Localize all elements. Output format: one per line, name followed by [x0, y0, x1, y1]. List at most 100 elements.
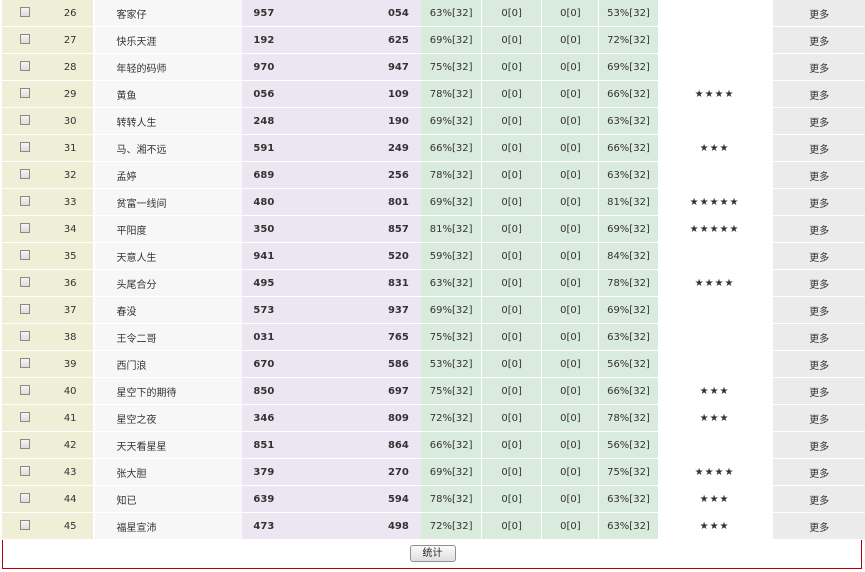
more-link[interactable]: 更多 [773, 107, 865, 135]
table-body: 26 客家仔 957 054 63%[32] 0[0] 0[0] 53%[32] 更多 27 快乐天… [2, 0, 865, 540]
stat-col-1: 63%[32] [421, 0, 482, 27]
stat-col-2: 0[0] [481, 107, 543, 135]
row-name: 星空之夜 [94, 404, 243, 432]
value-secondary: 190 [375, 107, 422, 135]
empty-cell [285, 458, 332, 486]
row-checkbox[interactable] [19, 87, 30, 98]
table-row: 38 王令二哥 031 765 75%[32] 0[0] 0[0] 63%[32] 更多 [2, 323, 865, 351]
row-checkbox[interactable] [19, 303, 30, 314]
more-link[interactable]: 更多 [773, 485, 865, 513]
row-checkbox[interactable] [19, 222, 30, 233]
row-checkbox[interactable] [19, 249, 30, 260]
row-checkbox[interactable] [19, 195, 30, 206]
stat-col-2: 0[0] [481, 350, 543, 378]
row-checkbox[interactable] [19, 411, 30, 422]
row-checkbox-cell [2, 296, 48, 324]
star-rating: ★★★ [660, 404, 769, 432]
table-row: 42 天天看星星 851 864 66%[32] 0[0] 0[0] 56%[32] 更多 [2, 431, 865, 459]
row-checkbox[interactable] [19, 384, 30, 395]
row-name: 贫富一线间 [94, 188, 243, 216]
table-row: 41 星空之夜 346 809 72%[32] 0[0] 0[0] 78%[32] ★★★ 更多 [2, 404, 865, 432]
stat-col-2: 0[0] [481, 431, 543, 459]
star-rating [660, 431, 769, 459]
stat-col-2: 0[0] [481, 53, 543, 81]
more-link[interactable]: 更多 [773, 431, 865, 459]
row-checkbox[interactable] [19, 519, 30, 530]
row-checkbox[interactable] [19, 60, 30, 71]
row-checkbox[interactable] [19, 141, 30, 152]
star-rating [660, 323, 769, 351]
table-row: 31 马、湘不远 591 249 66%[32] 0[0] 0[0] 66%[32] ★★★ 更多 [2, 134, 865, 162]
more-link[interactable]: 更多 [773, 134, 865, 162]
row-checkbox[interactable] [19, 168, 30, 179]
value-primary: 379 [242, 458, 286, 486]
stat-col-1: 69%[32] [421, 296, 482, 324]
stat-col-1: 69%[32] [421, 188, 482, 216]
table-row: 32 孟婷 689 256 78%[32] 0[0] 0[0] 63%[32] 更多 [2, 161, 865, 189]
value-secondary: 947 [375, 53, 422, 81]
row-checkbox[interactable] [19, 492, 30, 503]
stat-col-3: 0[0] [541, 485, 600, 513]
table-row: 44 知已 639 594 78%[32] 0[0] 0[0] 63%[32] ★★★ 更多 [2, 485, 865, 513]
stat-col-4: 63%[32] [598, 485, 658, 513]
row-checkbox-cell [2, 242, 48, 270]
value-secondary: 109 [375, 80, 422, 108]
stat-col-2: 0[0] [481, 404, 543, 432]
stat-col-2: 0[0] [481, 0, 543, 27]
more-link[interactable]: 更多 [773, 53, 865, 81]
row-checkbox[interactable] [19, 33, 30, 44]
row-checkbox[interactable] [19, 465, 30, 476]
row-checkbox[interactable] [19, 276, 30, 287]
star-rating: ★★★ [660, 512, 769, 540]
stat-button[interactable]: 统计 [409, 545, 456, 562]
row-number: 43 [47, 458, 93, 486]
table-row: 35 天意人生 941 520 59%[32] 0[0] 0[0] 84%[32] 更多 [2, 242, 865, 270]
value-primary: 192 [242, 26, 286, 54]
empty-cell [285, 485, 332, 513]
more-link[interactable]: 更多 [773, 323, 865, 351]
row-number: 28 [47, 53, 93, 81]
more-link[interactable]: 更多 [773, 161, 865, 189]
empty-cell [331, 107, 376, 135]
row-number: 35 [47, 242, 93, 270]
empty-cell [285, 296, 332, 324]
more-link[interactable]: 更多 [773, 350, 865, 378]
row-number: 38 [47, 323, 93, 351]
row-name: 王令二哥 [94, 323, 243, 351]
stat-col-4: 66%[32] [598, 80, 658, 108]
table-row: 29 黄鱼 056 109 78%[32] 0[0] 0[0] 66%[32] ★★★★ 更多 [2, 80, 865, 108]
star-rating: ★★★★ [660, 458, 769, 486]
row-checkbox-cell [2, 404, 48, 432]
more-link[interactable]: 更多 [773, 242, 865, 270]
value-secondary: 801 [375, 188, 422, 216]
row-checkbox[interactable] [19, 330, 30, 341]
more-link[interactable]: 更多 [773, 188, 865, 216]
row-checkbox[interactable] [19, 114, 30, 125]
more-link[interactable]: 更多 [773, 0, 865, 27]
row-name: 天天看星星 [94, 431, 243, 459]
value-primary: 248 [242, 107, 286, 135]
row-checkbox[interactable] [19, 357, 30, 368]
stat-col-1: 78%[32] [421, 161, 482, 189]
empty-cell [331, 431, 376, 459]
stat-col-4: 56%[32] [598, 431, 658, 459]
value-primary: 970 [242, 53, 286, 81]
stat-col-1: 53%[32] [421, 350, 482, 378]
more-link[interactable]: 更多 [773, 404, 865, 432]
star-rating [660, 53, 769, 81]
more-link[interactable]: 更多 [773, 296, 865, 324]
more-link[interactable]: 更多 [773, 269, 865, 297]
more-link[interactable]: 更多 [773, 458, 865, 486]
empty-cell [285, 512, 332, 540]
more-link[interactable]: 更多 [773, 215, 865, 243]
more-link[interactable]: 更多 [773, 377, 865, 405]
more-link[interactable]: 更多 [773, 26, 865, 54]
stat-col-1: 75%[32] [421, 53, 482, 81]
table-row: 26 客家仔 957 054 63%[32] 0[0] 0[0] 53%[32] 更多 [2, 0, 865, 27]
stat-col-4: 78%[32] [598, 404, 658, 432]
more-link[interactable]: 更多 [773, 80, 865, 108]
stat-col-3: 0[0] [541, 458, 600, 486]
row-checkbox[interactable] [19, 438, 30, 449]
more-link[interactable]: 更多 [773, 512, 865, 540]
row-checkbox[interactable] [19, 6, 30, 17]
